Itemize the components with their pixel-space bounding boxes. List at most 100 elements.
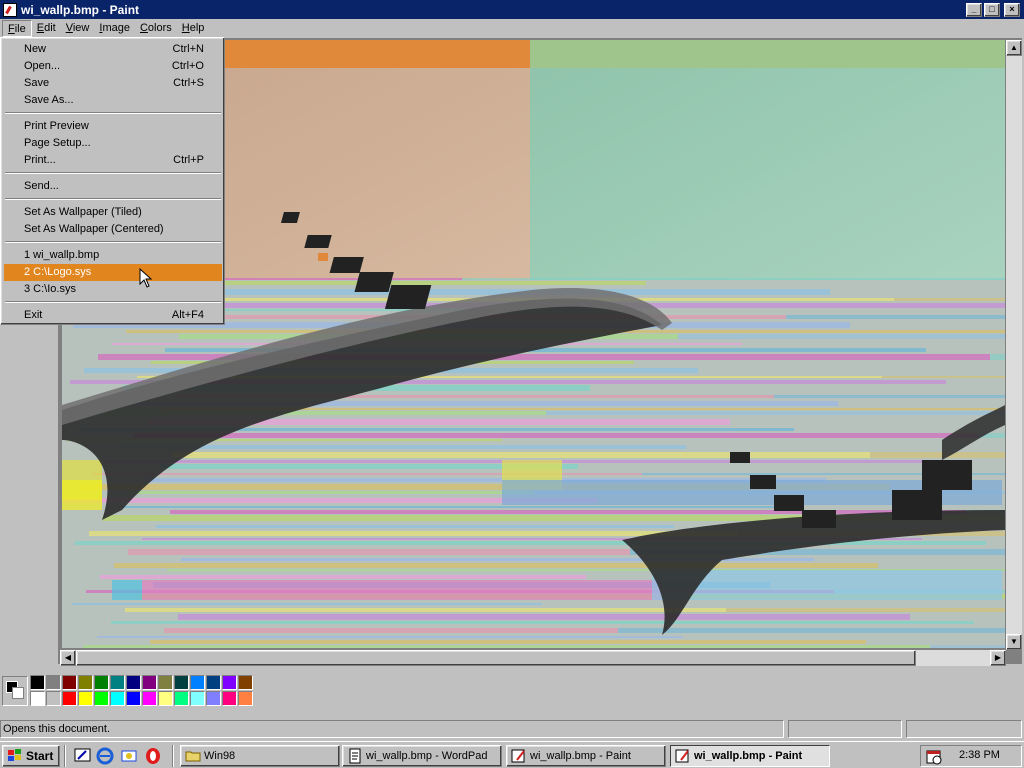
menu-item-page-setup[interactable]: Page Setup... [4,135,222,152]
ie-icon[interactable] [96,747,114,765]
menu-item-recent-1[interactable]: 1 wi_wallp.bmp [4,247,222,264]
folder-icon [185,751,201,762]
file-menu-dropdown: New Ctrl+N Open... Ctrl+O Save Ctrl+S Save … [0,37,225,325]
taskbar-button-win98[interactable]: Win98 [180,745,340,767]
horizontal-scroll-thumb[interactable] [76,650,916,666]
menu-item-wallpaper-centered[interactable]: Set As Wallpaper (Centered) [4,221,222,238]
paint-app-icon[interactable] [3,2,17,17]
show-desktop-icon[interactable] [74,747,92,765]
palette-swatch[interactable] [110,675,125,690]
title-bar: wi_wallp.bmp - Paint _ □ × [0,0,1024,19]
menu-item-recent-3[interactable]: 3 C:\Io.sys [4,281,222,298]
palette-swatch[interactable] [174,675,189,690]
status-text: Opens this document. [0,720,784,738]
palette-swatch[interactable] [142,675,157,690]
palette-swatch[interactable] [174,691,189,706]
window-title: wi_wallp.bmp - Paint [21,2,140,17]
palette-swatch[interactable] [94,691,109,706]
maximize-button[interactable]: □ [984,2,1000,17]
close-button[interactable]: × [1004,2,1020,17]
palette-swatch[interactable] [222,675,237,690]
palette-swatch[interactable] [78,675,93,690]
menu-colors[interactable]: Colors [135,20,177,37]
taskbar-button-label: wi_wallp.bmp - WordPad [366,750,488,762]
menu-item-exit[interactable]: Exit Alt+F4 [4,307,222,324]
palette-swatch[interactable] [206,675,221,690]
scroll-up-button[interactable]: ▲ [1006,40,1022,56]
menu-separator [5,112,221,114]
taskbar-button-label: wi_wallp.bmp - Paint [694,750,803,762]
scroll-right-button[interactable]: ▶ [990,650,1006,666]
palette-swatch[interactable] [190,675,205,690]
menu-separator [5,172,221,174]
menu-item-send[interactable]: Send... [4,178,222,195]
palette-swatch[interactable] [94,675,109,690]
menu-item-open[interactable]: Open... Ctrl+O [4,58,222,75]
menu-item-print-preview[interactable]: Print Preview [4,118,222,135]
palette-swatch[interactable] [126,675,141,690]
palette-swatch[interactable] [206,691,221,706]
taskbar-button-label: Win98 [204,750,236,762]
palette-swatch[interactable] [190,691,205,706]
palette-swatch[interactable] [158,691,173,706]
current-colors[interactable] [2,676,28,706]
outlook-icon[interactable] [120,747,138,765]
palette-swatch[interactable] [110,691,125,706]
taskbar-button-paint[interactable]: wi_wallp.bmp - Paint [506,745,666,767]
menu-view[interactable]: View [61,20,95,37]
status-cursor-position [788,720,902,738]
opera-icon[interactable] [144,747,162,765]
menu-item-new[interactable]: New Ctrl+N [4,41,222,58]
mouse-cursor-icon [139,268,153,288]
background-color[interactable] [12,687,24,699]
scroll-left-button[interactable]: ◀ [60,650,76,666]
palette-swatch[interactable] [30,691,45,706]
menu-item-wallpaper-tiled[interactable]: Set As Wallpaper (Tiled) [4,204,222,221]
start-button[interactable]: Start [2,745,60,767]
status-selection-size [906,720,1022,738]
palette-swatch[interactable] [158,675,173,690]
taskbar-button-paint-active[interactable]: wi_wallp.bmp - Paint [670,745,830,767]
palette-swatch[interactable] [30,675,45,690]
taskbar-button-label: wi_wallp.bmp - Paint [530,750,631,762]
menu-edit[interactable]: Edit [32,20,61,37]
system-tray: 2:38 PM [920,745,1022,767]
menu-item-recent-2[interactable]: 2 C:\Logo.sys [4,264,222,281]
menu-separator [5,301,221,303]
scroll-down-button[interactable]: ▼ [1006,634,1022,650]
paint-icon [511,749,525,763]
status-bar: Opens this document. [0,718,1024,740]
palette-swatch[interactable] [238,691,253,706]
horizontal-scrollbar[interactable]: ◀ ▶ [60,650,1006,666]
menu-file[interactable]: File [2,20,32,37]
palette-swatch[interactable] [78,691,93,706]
palette-swatch[interactable] [46,675,61,690]
menu-item-print[interactable]: Print... Ctrl+P [4,152,222,169]
menu-separator [5,198,221,200]
clock[interactable]: 2:38 PM [959,749,1000,761]
palette-swatch[interactable] [62,691,77,706]
wordpad-icon [349,748,361,764]
paint-icon [675,749,689,763]
minimize-button[interactable]: _ [966,2,982,17]
windows-logo-icon [8,749,21,761]
taskbar-button-wordpad[interactable]: wi_wallp.bmp - WordPad [342,745,502,767]
menu-separator [5,241,221,243]
taskbar-separator [172,745,174,767]
menu-help[interactable]: Help [177,20,210,37]
menu-bar: File Edit View Image Colors Help [0,19,1024,38]
palette-swatch[interactable] [126,691,141,706]
palette-swatch[interactable] [222,691,237,706]
menu-item-save[interactable]: Save Ctrl+S [4,75,222,92]
taskbar-separator [64,745,66,767]
menu-item-save-as[interactable]: Save As... [4,92,222,109]
menu-image[interactable]: Image [94,20,135,37]
palette-swatch[interactable] [142,691,157,706]
palette-swatch[interactable] [62,675,77,690]
palette-swatch[interactable] [238,675,253,690]
task-scheduler-icon[interactable] [925,748,943,766]
palette-swatch[interactable] [46,691,61,706]
taskbar: Start Win98 wi_wallp.bmp - WordPad wi_wa… [0,741,1024,768]
vertical-scrollbar[interactable]: ▲ ▼ [1006,40,1022,650]
start-label: Start [26,749,54,763]
